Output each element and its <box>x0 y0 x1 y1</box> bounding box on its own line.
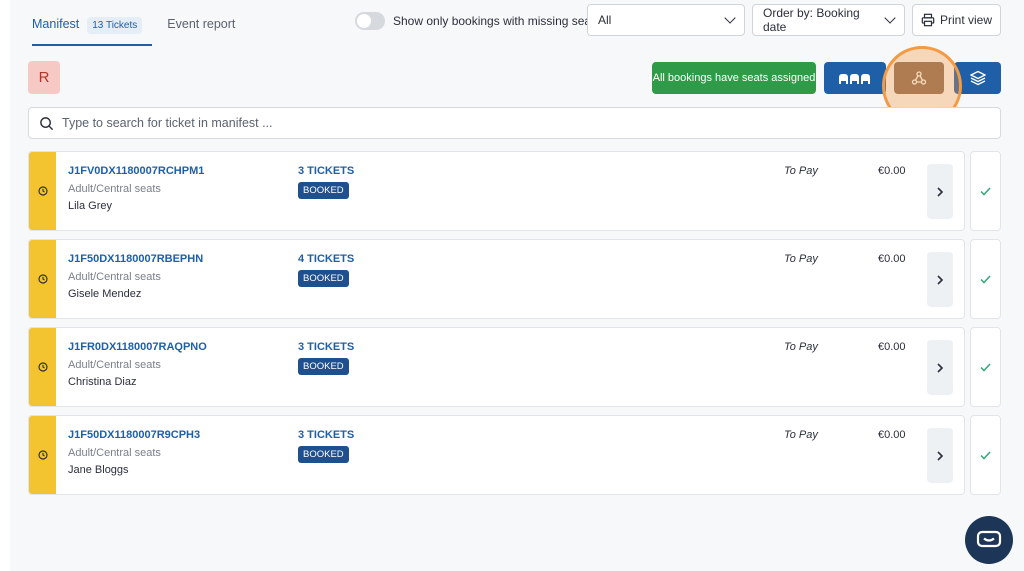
order-by-value: Order by: Booking date <box>763 6 860 34</box>
clock-icon <box>37 274 48 284</box>
chat-icon <box>976 530 1002 548</box>
pending-status-stripe <box>29 152 56 230</box>
booking-reference: J1F50DX1180007R9CPH3 <box>68 429 201 441</box>
manifest-page: Manifest 13 Tickets Event report Show on… <box>10 0 1024 571</box>
booking-card[interactable]: J1FR0DX1180007RAQPNO Adult/Central seats… <box>28 327 965 407</box>
amount-due: €0.00 <box>878 165 906 177</box>
booking-filter-select[interactable]: All <box>587 4 745 36</box>
pending-status-stripe <box>29 240 56 318</box>
clock-icon <box>37 362 48 372</box>
seats-assigned-check[interactable] <box>970 327 1001 407</box>
booking-filter-value: All <box>598 13 612 27</box>
avatar[interactable]: R <box>28 61 60 94</box>
booking-card[interactable]: J1F50DX1180007RBEPHN Adult/Central seats… <box>28 239 965 319</box>
seats-assigned-check[interactable] <box>970 239 1001 319</box>
ticket-type: Adult/Central seats <box>68 359 161 371</box>
chevron-down-icon <box>884 12 896 24</box>
ticket-count: 3 TICKETS <box>298 165 355 177</box>
clock-icon <box>37 186 48 196</box>
ticket-type: Adult/Central seats <box>68 183 161 195</box>
search-input[interactable] <box>62 116 962 130</box>
tab-event-report-label: Event report <box>167 17 236 31</box>
missing-seats-filter: Show only bookings with missing seats <box>355 12 600 30</box>
printer-icon <box>921 13 935 27</box>
status-badge: BOOKED <box>298 446 349 463</box>
booking-reference: J1F50DX1180007RBEPHN <box>68 253 204 265</box>
pending-status-stripe <box>29 416 56 494</box>
chat-button[interactable] <box>965 516 1013 564</box>
order-by-select[interactable]: Order by: Booking date <box>752 4 905 36</box>
amount-due: €0.00 <box>878 253 906 265</box>
amount-due: €0.00 <box>878 341 906 353</box>
ticket-count: 3 TICKETS <box>298 341 355 353</box>
seat-allocation-button[interactable] <box>894 62 944 94</box>
payment-label: To Pay <box>784 165 818 177</box>
payment-label: To Pay <box>784 253 818 265</box>
booking-card[interactable]: J1FV0DX1180007RCHPM1 Adult/Central seats… <box>28 151 965 231</box>
customer-name: Jane Bloggs <box>68 464 129 476</box>
status-badge: BOOKED <box>298 358 349 375</box>
open-booking-button[interactable] <box>927 164 953 219</box>
seats-icon <box>839 74 870 84</box>
tab-event-report[interactable]: Event report <box>167 10 235 46</box>
check-icon <box>980 450 991 460</box>
chevron-right-icon <box>937 274 944 285</box>
chevron-right-icon <box>937 450 944 461</box>
payment-label: To Pay <box>784 341 818 353</box>
amount-due: €0.00 <box>878 429 906 441</box>
clock-icon <box>37 450 48 460</box>
customer-name: Gisele Mendez <box>68 288 142 300</box>
ticket-type: Adult/Central seats <box>68 447 161 459</box>
ticket-type: Adult/Central seats <box>68 271 161 283</box>
booking-reference: J1FR0DX1180007RAQPNO <box>68 341 207 353</box>
seats-assigned-check[interactable] <box>970 415 1001 495</box>
print-view-label: Print view <box>939 13 992 27</box>
layers-button[interactable] <box>954 62 1001 94</box>
customer-name: Lila Grey <box>68 200 113 212</box>
toggle-knob <box>357 14 371 28</box>
tab-manifest-label: Manifest <box>32 17 80 31</box>
tab-bar: Manifest 13 Tickets Event report <box>32 10 235 46</box>
ticket-count: 3 TICKETS <box>298 429 355 441</box>
network-icon <box>911 71 927 85</box>
check-icon <box>980 186 991 196</box>
seat-status-badge: All bookings have seats assigned <box>652 62 816 94</box>
chevron-right-icon <box>937 186 944 197</box>
open-booking-button[interactable] <box>927 428 953 483</box>
missing-seats-toggle[interactable] <box>355 12 385 30</box>
tab-manifest[interactable]: Manifest 13 Tickets <box>32 10 153 46</box>
seats-assigned-check[interactable] <box>970 151 1001 231</box>
booking-card[interactable]: J1F50DX1180007R9CPH3 Adult/Central seats… <box>28 415 965 495</box>
payment-label: To Pay <box>784 429 818 441</box>
open-booking-button[interactable] <box>927 252 953 307</box>
check-icon <box>980 274 991 284</box>
customer-name: Christina Diaz <box>68 376 137 388</box>
status-badge: BOOKED <box>298 270 349 287</box>
manifest-search <box>28 107 1001 139</box>
status-badge: BOOKED <box>298 182 349 199</box>
open-booking-button[interactable] <box>927 340 953 395</box>
layers-icon <box>969 70 986 86</box>
search-icon <box>40 116 54 130</box>
seat-map-button[interactable] <box>824 62 886 94</box>
ticket-count-badge: 13 Tickets <box>87 17 143 34</box>
pending-status-stripe <box>29 328 56 406</box>
check-icon <box>980 362 991 372</box>
chevron-right-icon <box>937 362 944 373</box>
chevron-down-icon <box>724 12 736 24</box>
booking-reference: J1FV0DX1180007RCHPM1 <box>68 165 205 177</box>
missing-seats-label: Show only bookings with missing seats <box>393 14 601 28</box>
print-view-button[interactable]: Print view <box>912 4 1001 36</box>
ticket-count: 4 TICKETS <box>298 253 355 265</box>
